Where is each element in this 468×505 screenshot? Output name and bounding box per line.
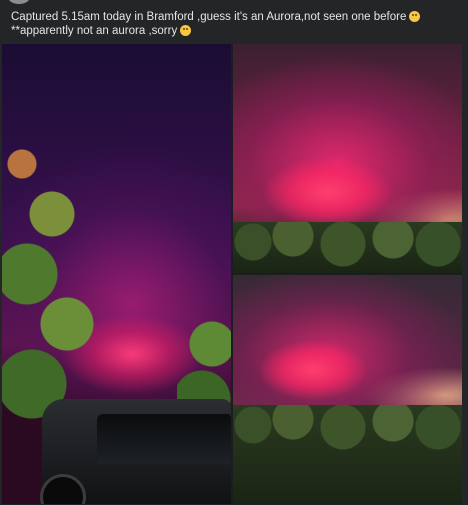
photo-gallery	[2, 44, 462, 504]
smiling-face-with-hearts-icon	[409, 11, 421, 22]
photo-pink-sky-bottom[interactable]	[233, 275, 462, 504]
caption-line-1: Captured 5.15am today in Bramford ,guess…	[11, 11, 407, 23]
crying-face-icon	[180, 25, 192, 36]
post-header	[0, 0, 468, 6]
treeline	[233, 222, 462, 273]
photo-pink-sky-top[interactable]	[233, 44, 462, 273]
post-caption: Captured 5.15am today in Bramford ,guess…	[11, 10, 451, 38]
photo-sky-with-trees-and-car[interactable]	[2, 44, 231, 504]
car-window	[97, 414, 231, 464]
avatar[interactable]	[8, 0, 30, 4]
caption-line-2: **apparently not an aurora ,sorry	[11, 25, 178, 37]
treeline	[233, 405, 462, 504]
